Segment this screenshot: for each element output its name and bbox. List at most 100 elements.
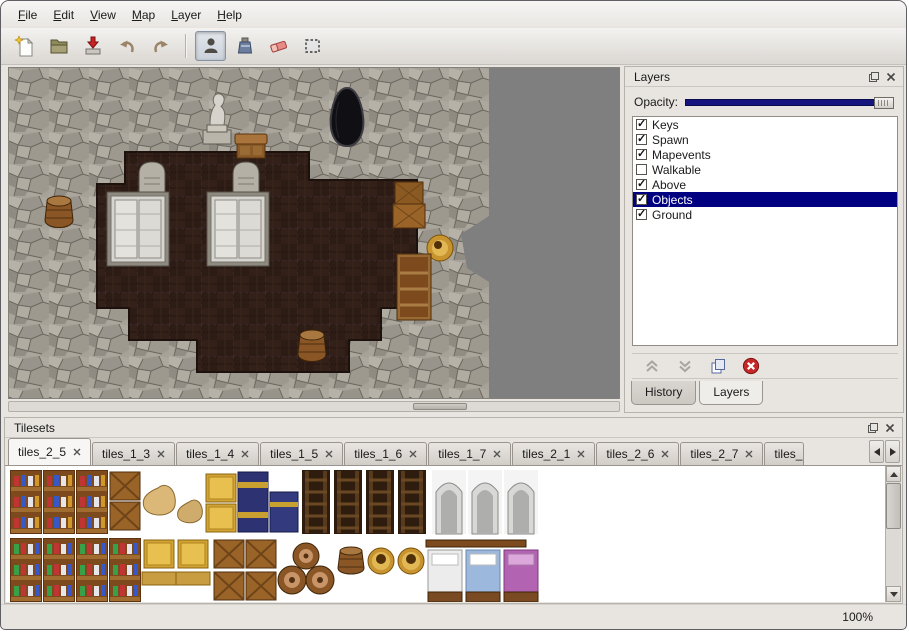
toolbar	[1, 28, 906, 65]
save-button[interactable]	[77, 31, 108, 61]
tombstone	[139, 162, 165, 196]
close-tab-icon[interactable]	[577, 450, 585, 458]
undo-button[interactable]	[111, 31, 142, 61]
layer-row[interactable]: Keys	[633, 117, 897, 132]
layer-label: Walkable	[652, 163, 701, 177]
layer-visibility-checkbox[interactable]	[636, 194, 647, 205]
layer-row[interactable]: Spawn	[633, 132, 897, 147]
menu-help[interactable]: Help	[209, 4, 250, 26]
menu-layer[interactable]: Layer	[163, 4, 209, 26]
map-horizontal-scrollbar[interactable]	[8, 401, 620, 412]
layer-row[interactable]: Mapevents	[633, 147, 897, 162]
open-file-button[interactable]	[43, 31, 74, 61]
stone-door	[107, 192, 169, 266]
layer-row[interactable]: Above	[633, 177, 897, 192]
tileset-view[interactable]	[6, 466, 901, 602]
tab-history[interactable]: History	[631, 381, 696, 405]
layer-visibility-checkbox[interactable]	[636, 179, 647, 190]
toolbar-separator	[185, 34, 186, 58]
map-canvas[interactable]	[8, 67, 620, 399]
tileset-tab[interactable]: tiles_1_3	[92, 442, 175, 465]
tab-layers[interactable]: Layers	[699, 381, 763, 405]
close-icon[interactable]	[884, 70, 898, 84]
tileset-image[interactable]	[8, 468, 543, 602]
tab-scroll-arrows	[869, 438, 902, 465]
duplicate-layer-button[interactable]	[706, 355, 730, 377]
undo-icon	[116, 35, 138, 57]
menu-view[interactable]: View	[82, 4, 124, 26]
tileset-tab[interactable]: tiles_1_7	[428, 442, 511, 465]
tileset-tab[interactable]: tiles_1_6	[344, 442, 427, 465]
close-tab-icon[interactable]	[745, 450, 753, 458]
layer-row-selected[interactable]: Objects	[633, 192, 897, 207]
undock-icon[interactable]	[866, 421, 880, 435]
tilesets-panel: Tilesets tiles_2_5 tiles_1_3 tiles_1_4	[4, 417, 903, 604]
close-tab-icon[interactable]	[241, 450, 249, 458]
layers-dock-tabs: History Layers	[625, 381, 903, 413]
tileset-tab[interactable]: tiles_2_1	[512, 442, 595, 465]
eraser-tool-button[interactable]	[263, 31, 294, 61]
tileset-tab[interactable]: tiles_2_7	[680, 442, 763, 465]
move-layer-up-button[interactable]	[640, 355, 664, 377]
paint-tool-button[interactable]	[229, 31, 260, 61]
scroll-up-button[interactable]	[886, 466, 901, 482]
redo-button[interactable]	[145, 31, 176, 61]
layer-visibility-checkbox[interactable]	[636, 134, 647, 145]
scroll-tabs-left-button[interactable]	[869, 440, 884, 463]
layer-visibility-checkbox[interactable]	[636, 119, 647, 130]
close-tab-icon[interactable]	[661, 450, 669, 458]
close-tab-icon[interactable]	[73, 448, 81, 456]
close-tab-icon[interactable]	[157, 450, 165, 458]
selection-tool-button[interactable]	[297, 31, 328, 61]
table	[235, 134, 267, 158]
close-icon[interactable]	[883, 421, 897, 435]
tileset-tab[interactable]: tiles_2_6	[596, 442, 679, 465]
tileset-tab[interactable]: tiles_	[764, 442, 804, 465]
move-layer-down-button[interactable]	[673, 355, 697, 377]
layers-panel: Layers Opacity: Keys Spawn	[624, 66, 904, 413]
menu-edit[interactable]: Edit	[45, 4, 82, 26]
map-hscroll-thumb[interactable]	[413, 403, 467, 410]
tileset-tab[interactable]: tiles_2_5	[8, 438, 91, 465]
layer-visibility-checkbox[interactable]	[636, 149, 647, 160]
app-window: File Edit View Map Layer Help	[0, 0, 907, 630]
scroll-tabs-right-button[interactable]	[885, 440, 900, 463]
new-file-button[interactable]	[9, 31, 40, 61]
close-tab-icon[interactable]	[409, 450, 417, 458]
barrel	[45, 196, 73, 228]
arrow-right-icon	[890, 448, 896, 456]
scroll-down-button[interactable]	[886, 586, 901, 602]
layers-panel-titlebar: Layers	[625, 67, 903, 87]
layer-label: Ground	[652, 208, 692, 222]
statusbar: 100%	[1, 604, 906, 629]
delete-icon	[742, 357, 760, 375]
open-folder-icon	[48, 35, 70, 57]
close-tab-icon[interactable]	[493, 450, 501, 458]
close-tab-icon[interactable]	[325, 450, 333, 458]
opacity-slider-handle[interactable]	[874, 97, 894, 109]
delete-layer-button[interactable]	[739, 355, 763, 377]
layer-visibility-checkbox[interactable]	[636, 164, 647, 175]
layer-label: Spawn	[652, 133, 689, 147]
layer-visibility-checkbox[interactable]	[636, 209, 647, 220]
zoom-level: 100%	[842, 610, 873, 624]
menu-map[interactable]: Map	[124, 4, 163, 26]
layer-list[interactable]: Keys Spawn Mapevents Walkable Above Obje…	[632, 116, 898, 346]
chevron-up-icon	[643, 357, 661, 375]
undock-icon[interactable]	[867, 70, 881, 84]
tileset-tab[interactable]: tiles_1_4	[176, 442, 259, 465]
tileset-tab[interactable]: tiles_1_5	[260, 442, 343, 465]
stamp-tool-button[interactable]	[195, 31, 226, 61]
layers-panel-title: Layers	[634, 70, 670, 84]
menu-file[interactable]: File	[10, 4, 45, 26]
stamp-tool-icon	[200, 35, 222, 57]
cave-entrance	[331, 88, 364, 146]
tileset-vertical-scrollbar[interactable]	[885, 466, 901, 602]
opacity-slider[interactable]	[685, 96, 894, 109]
opacity-slider-track[interactable]	[685, 99, 892, 106]
layer-row[interactable]: Ground	[633, 207, 897, 222]
tileset-vscroll-thumb[interactable]	[886, 483, 901, 529]
layer-row[interactable]: Walkable	[633, 162, 897, 177]
tileset-tab-label: tiles_2_6	[606, 447, 654, 461]
redo-icon	[150, 35, 172, 57]
